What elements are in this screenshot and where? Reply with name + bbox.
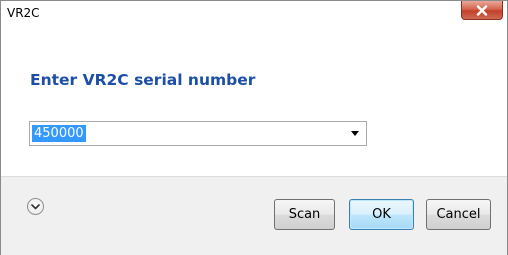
dialog-window: VR2C Enter VR2C serial number 450000 Sca… bbox=[0, 0, 508, 255]
window-title: VR2C bbox=[7, 6, 40, 20]
chevron-down-icon[interactable] bbox=[351, 131, 359, 136]
cancel-button[interactable]: Cancel bbox=[426, 199, 491, 230]
expand-details-icon bbox=[31, 203, 40, 209]
serial-number-combobox[interactable]: 450000 bbox=[29, 121, 367, 146]
serial-number-value[interactable]: 450000 bbox=[32, 125, 86, 142]
ok-button[interactable]: OK bbox=[349, 199, 414, 230]
dialog-heading: Enter VR2C serial number bbox=[30, 71, 256, 89]
close-icon bbox=[476, 4, 488, 16]
scan-button[interactable]: Scan bbox=[274, 199, 335, 230]
close-button[interactable] bbox=[461, 1, 503, 20]
title-bar: VR2C bbox=[1, 1, 507, 29]
expand-details-button[interactable] bbox=[27, 198, 44, 215]
